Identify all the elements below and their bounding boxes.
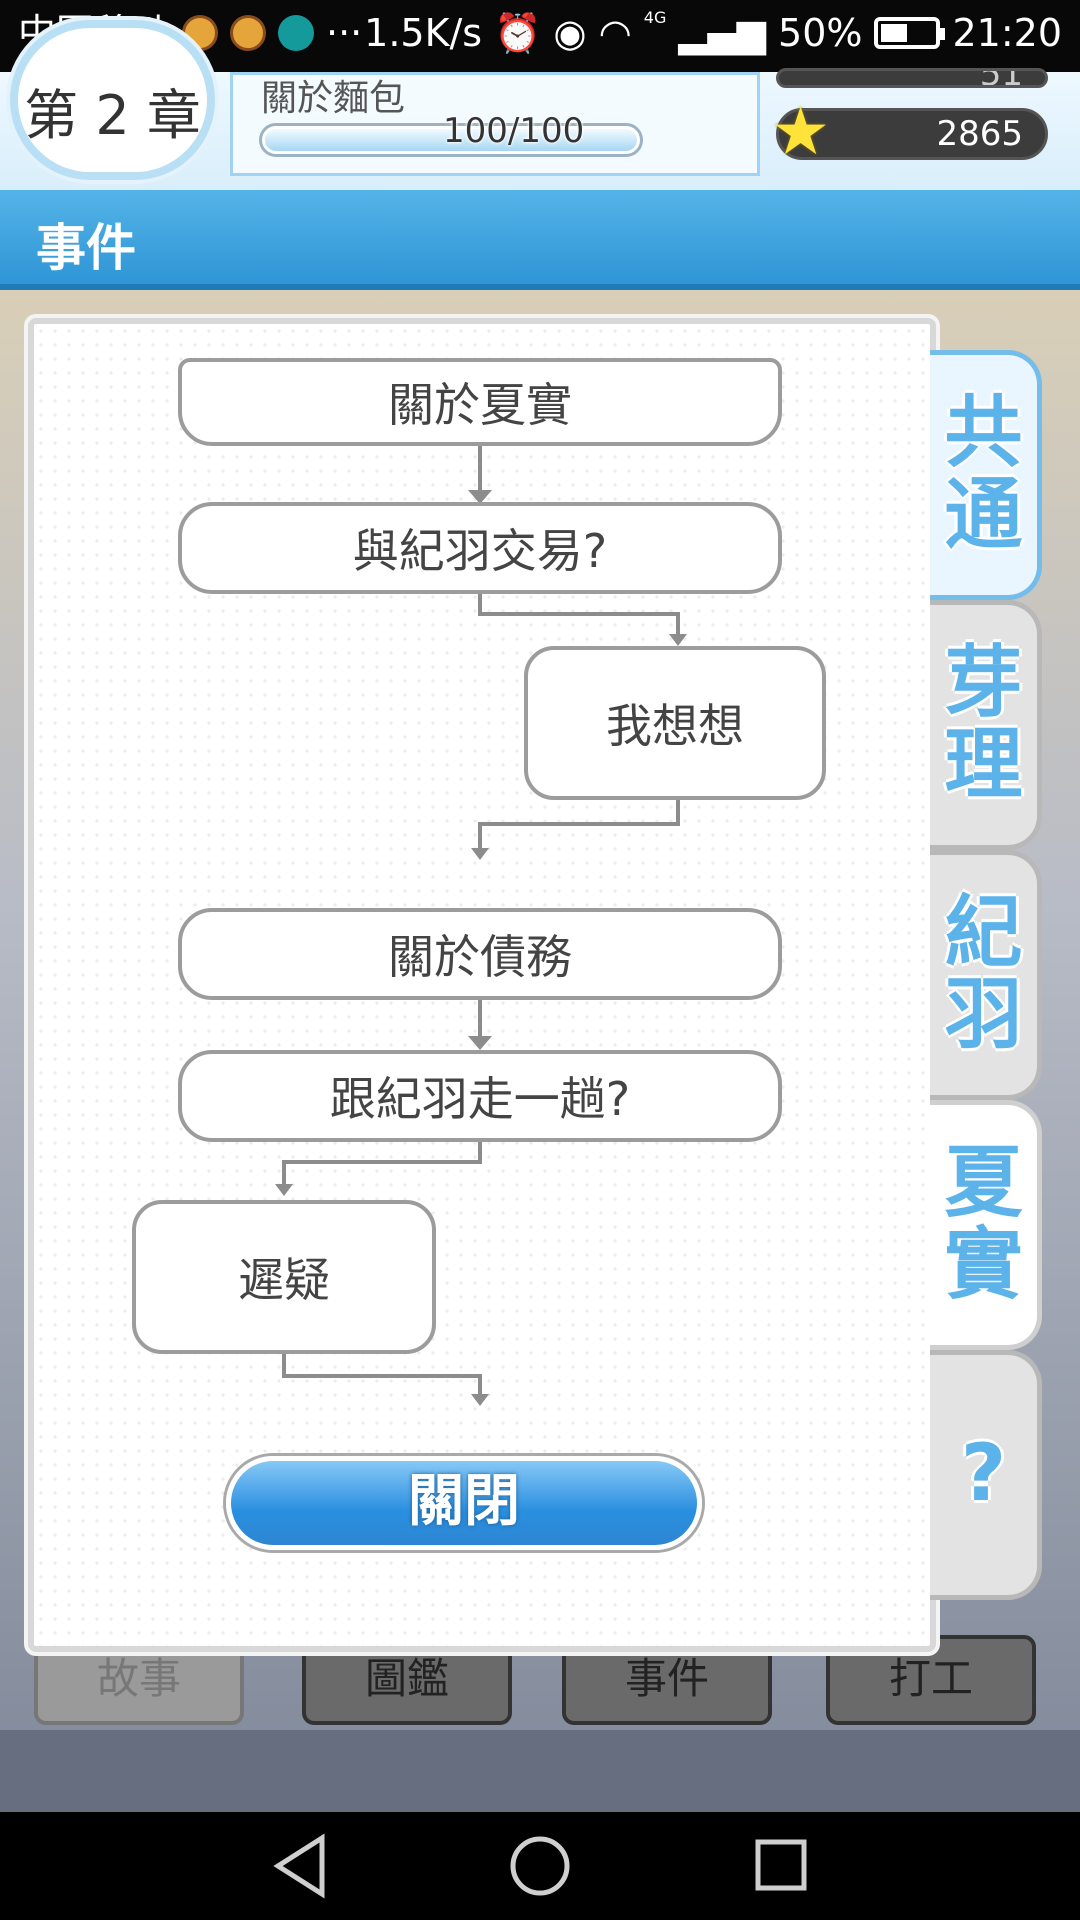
connector-line: [282, 1142, 482, 1186]
home-icon[interactable]: [508, 1832, 572, 1900]
flow-node[interactable]: 關於夏實: [178, 358, 782, 446]
chapter-progress-text: 100/100: [443, 111, 585, 151]
star-value: 2865: [936, 114, 1023, 154]
flow-node[interactable]: 遲疑: [132, 1200, 436, 1354]
star-icon: ★: [771, 93, 831, 170]
connector-arrow: [468, 1036, 492, 1050]
connector-arrow: [471, 848, 489, 860]
scene-floor: [0, 1730, 1080, 1820]
flow-node[interactable]: 關於債務: [178, 908, 782, 1000]
eye-icon: ◉: [553, 11, 587, 55]
battery-icon: [874, 17, 946, 49]
tab-common[interactable]: 共通: [930, 350, 1042, 600]
recents-icon[interactable]: [750, 1832, 810, 1900]
battery-percent: 50%: [778, 11, 863, 55]
events-banner: 事件: [0, 190, 1080, 290]
flow-node[interactable]: 跟紀羽走一趟?: [178, 1050, 782, 1142]
clock: 21:20: [952, 11, 1062, 55]
connector-arrow: [275, 1184, 293, 1196]
connector-line: [478, 594, 680, 636]
connector-arrow: [669, 634, 687, 646]
alarm-icon: ⏰: [494, 11, 542, 55]
signal-icon: ▂▄▆: [678, 11, 767, 55]
event-flowchart-dialog: 關於夏實 與紀羽交易? 我想想 關於債務 跟紀羽走一趟? 遲疑: [28, 318, 936, 1652]
flow-node[interactable]: 我想想: [524, 646, 826, 800]
chapter-subtitle: 關於麵包: [261, 78, 406, 119]
tab-unknown[interactable]: ?: [930, 1350, 1042, 1600]
connector-line: [478, 800, 680, 850]
banner-title: 事件: [36, 219, 136, 277]
network-type: 4G: [643, 7, 667, 27]
net-speed: 1.5K/s: [364, 11, 483, 55]
timer-icon: [278, 15, 315, 51]
connector-arrow: [471, 1394, 489, 1406]
tab-jiyu[interactable]: 紀羽: [930, 850, 1042, 1100]
connector-line: [282, 1354, 482, 1396]
system-nav-bar: [0, 1812, 1080, 1920]
star-counter: ★ 2865: [771, 99, 1048, 165]
wifi-icon: ◠: [598, 11, 632, 55]
chapter-panel: 關於麵包 100/100: [230, 72, 760, 176]
app-notification-icon: [230, 15, 267, 51]
tab-xiashi[interactable]: 夏實: [930, 1100, 1042, 1350]
back-icon[interactable]: [270, 1832, 330, 1900]
chapter-badge: 第 2 章: [10, 20, 215, 180]
close-button[interactable]: 關閉: [226, 1456, 702, 1550]
tab-yali[interactable]: 芽理: [930, 600, 1042, 850]
resource-counter: 51: [776, 68, 1048, 88]
flow-node[interactable]: 與紀羽交易?: [178, 502, 782, 594]
more-notifications-icon: ···: [326, 11, 363, 55]
